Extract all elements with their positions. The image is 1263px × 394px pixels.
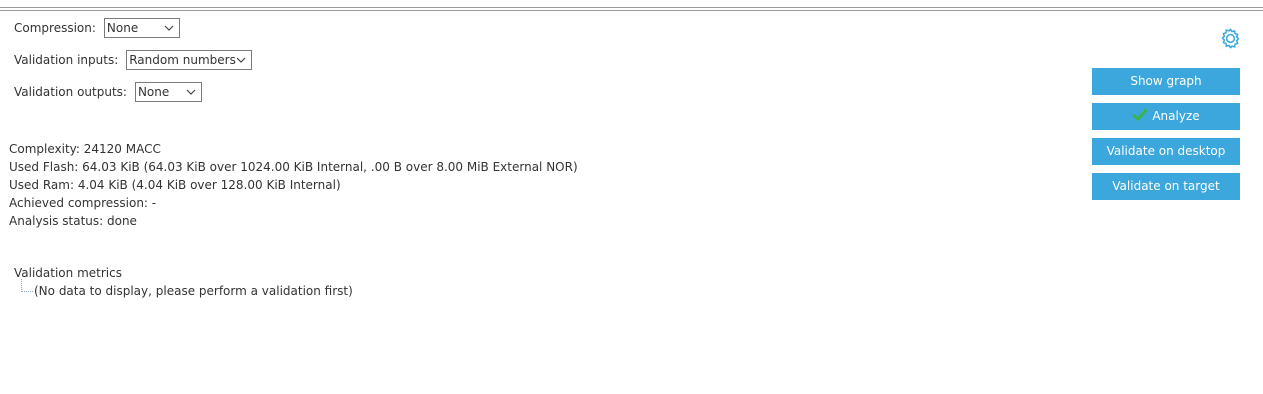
validation-outputs-select-value: None (137, 85, 170, 99)
validation-inputs-select[interactable]: Random numbers (126, 50, 253, 70)
used-ram-text: Used Ram: 4.04 KiB (4.04 KiB over 128.00… (9, 178, 341, 192)
compression-select[interactable]: None (103, 18, 180, 38)
chevron-down-icon (164, 25, 174, 31)
validation-metrics-empty-item[interactable]: (No data to display, please perform a va… (14, 279, 353, 300)
validation-inputs-label: Validation inputs: (14, 53, 119, 67)
validation-metrics-title[interactable]: Validation metrics (14, 264, 353, 282)
validate-on-desktop-label: Validate on desktop (1106, 144, 1226, 158)
show-graph-label: Show graph (1130, 74, 1202, 88)
show-graph-button[interactable]: Show graph (1092, 68, 1240, 95)
analyze-button[interactable]: Analyze (1092, 103, 1240, 130)
chevron-down-icon (236, 57, 246, 63)
validation-outputs-label: Validation outputs: (14, 85, 127, 99)
analysis-panel: Compression: None Validation inputs: Ran… (0, 0, 1263, 394)
complexity-text: Complexity: 24120 MACC (9, 142, 161, 156)
top-divider (0, 7, 1263, 11)
gear-icon[interactable] (1219, 27, 1242, 50)
validation-outputs-row: Validation outputs: None (14, 81, 202, 103)
analyze-label: Analyze (1152, 109, 1200, 123)
tree-connector (21, 279, 33, 292)
validation-inputs-row: Validation inputs: Random numbers (14, 49, 253, 71)
chevron-down-icon (186, 89, 196, 95)
analysis-status-text: Analysis status: done (9, 214, 137, 228)
validate-on-target-button[interactable]: Validate on target (1092, 173, 1240, 200)
used-flash-text: Used Flash: 64.03 KiB (64.03 KiB over 10… (9, 160, 578, 174)
validation-outputs-select[interactable]: None (134, 82, 202, 102)
analysis-info: Complexity: 24120 MACC Used Flash: 64.03… (9, 140, 578, 230)
compression-select-value: None (106, 21, 139, 35)
compression-row: Compression: None (14, 17, 180, 39)
validation-metrics-tree: Validation metrics (No data to display, … (14, 264, 353, 300)
validate-on-target-label: Validate on target (1112, 179, 1220, 193)
validation-metrics-empty-text: (No data to display, please perform a va… (34, 284, 353, 298)
compression-label: Compression: (14, 21, 96, 35)
validate-on-desktop-button[interactable]: Validate on desktop (1092, 138, 1240, 165)
check-icon (1133, 108, 1148, 121)
validation-inputs-select-value: Random numbers (129, 53, 236, 67)
achieved-compression-text: Achieved compression: - (9, 196, 157, 210)
